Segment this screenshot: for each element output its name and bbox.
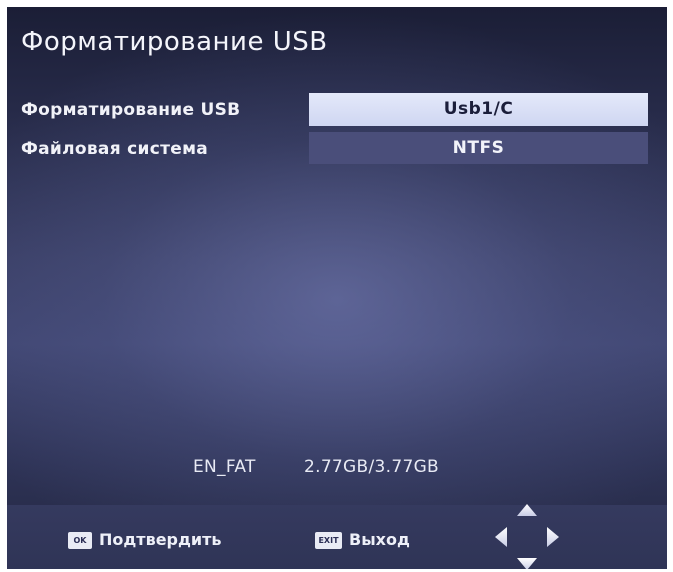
page-title: Форматирование USB xyxy=(21,27,328,57)
footer-bar: OK Подтвердить EXIT Выход xyxy=(7,504,667,569)
partition-name: EN_FAT xyxy=(193,457,256,477)
tv-menu-screen: Форматирование USB Форматирование USB Us… xyxy=(7,7,667,569)
usb-device-selector[interactable]: Usb1/C xyxy=(309,93,648,126)
arrow-down-icon xyxy=(517,558,537,569)
file-system-selector[interactable]: NTFS xyxy=(309,132,648,164)
arrow-right-icon xyxy=(547,527,559,547)
exit-key-icon: EXIT xyxy=(315,532,342,549)
arrow-left-icon xyxy=(495,527,507,547)
file-system-label: Файловая система xyxy=(21,139,209,159)
storage-usage: 2.77GB/3.77GB xyxy=(304,457,440,477)
dpad-navigation-icon xyxy=(495,504,559,569)
usb-format-label: Форматирование USB xyxy=(21,100,241,120)
confirm-hint[interactable]: Подтвердить xyxy=(99,530,222,549)
ok-key-icon: OK xyxy=(68,532,92,549)
arrow-up-icon xyxy=(517,504,537,516)
exit-hint[interactable]: Выход xyxy=(349,530,410,549)
